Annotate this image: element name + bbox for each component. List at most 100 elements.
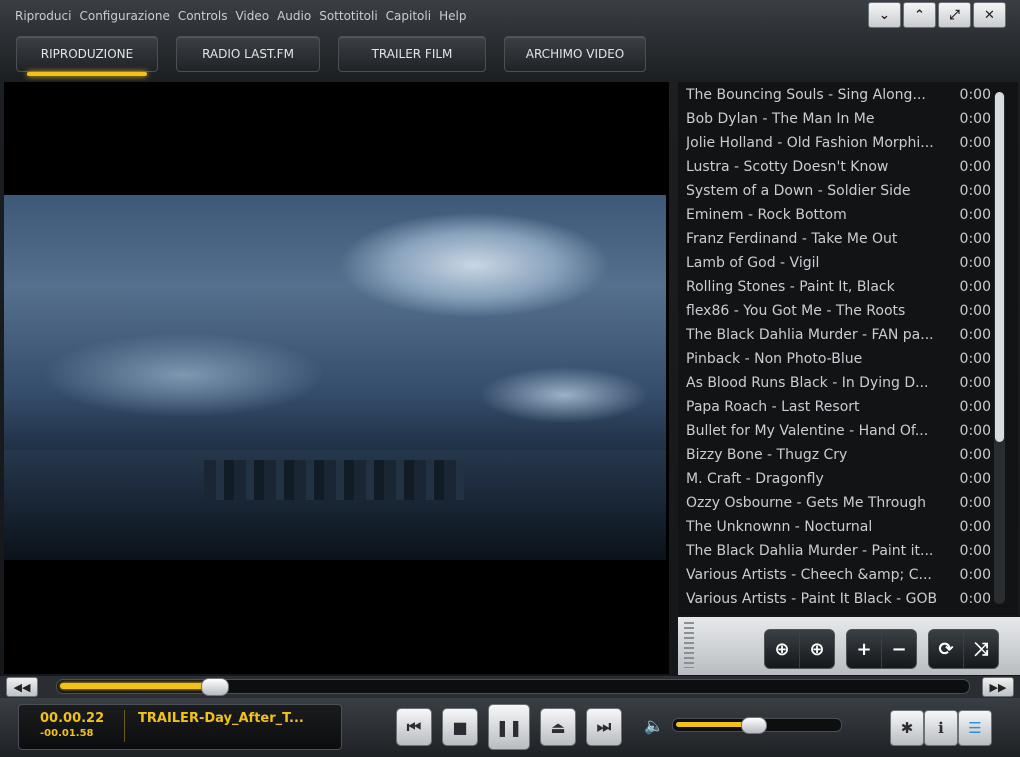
- repeat-icon: ⟳: [938, 638, 954, 660]
- resize-grip[interactable]: [684, 622, 694, 668]
- playlist-item-title: M. Craft - Dragonfly: [686, 471, 824, 487]
- remove-button[interactable]: −: [882, 630, 916, 668]
- playlist-item[interactable]: Lamb of God - Vigil 0:00: [686, 251, 991, 275]
- menu-video[interactable]: Video: [234, 9, 270, 27]
- tab-radio-lastfm[interactable]: RADIO LAST.FM: [176, 36, 320, 72]
- playlist-item-duration: 0:00: [959, 87, 991, 103]
- playlist-item[interactable]: Eminem - Rock Bottom 0:00: [686, 203, 991, 227]
- playlist-item-title: Franz Ferdinand - Take Me Out: [686, 231, 898, 247]
- info-button[interactable]: ℹ: [924, 710, 958, 746]
- video-frame: [4, 195, 666, 560]
- playlist-item-title: flex86 - You Got Me - The Roots: [686, 303, 906, 319]
- playlist-item[interactable]: M. Craft - Dragonfly 0:00: [686, 467, 991, 491]
- add-button[interactable]: +: [847, 630, 882, 668]
- playlist-item[interactable]: The Unknownn - Nocturnal 0:00: [686, 515, 991, 539]
- playlist-item-title: The Bouncing Souls - Sing Along...: [686, 87, 926, 103]
- maximize-button[interactable]: ⤢: [938, 2, 971, 28]
- stop-icon: ■: [452, 717, 468, 737]
- elapsed-time: 00.00.22: [40, 711, 105, 726]
- volume-handle[interactable]: [741, 717, 767, 734]
- playlist-item[interactable]: Various Artists - Cheech &amp; C... 0:00: [686, 563, 991, 587]
- playlist-item[interactable]: Lustra - Scotty Doesn't Know 0:00: [686, 155, 991, 179]
- playlist-item[interactable]: Bizzy Bone - Thugz Cry 0:00: [686, 443, 991, 467]
- menu-audio[interactable]: Audio: [276, 9, 312, 27]
- playlist-toggle-button[interactable]: ☰: [958, 710, 992, 746]
- playlist-item[interactable]: flex86 - You Got Me - The Roots 0:00: [686, 299, 991, 323]
- playlist-item[interactable]: The Black Dahlia Murder - Paint it... 0:0…: [686, 539, 991, 563]
- info-icon: ℹ: [938, 719, 944, 737]
- playlist-item[interactable]: Pinback - Non Photo-Blue 0:00: [686, 347, 991, 371]
- menu-riproduci[interactable]: Riproduci: [14, 9, 72, 27]
- next-button[interactable]: ⏭: [586, 708, 622, 746]
- playlist-item-duration: 0:00: [959, 447, 991, 463]
- restore-button[interactable]: ⌃: [903, 2, 936, 28]
- move-up-button[interactable]: ⊕: [800, 630, 834, 668]
- seek-handle[interactable]: [201, 678, 229, 696]
- playlist-item[interactable]: Papa Roach - Last Resort 0:00: [686, 395, 991, 419]
- playlist-item[interactable]: Bob Dylan - The Man In Me 0:00: [686, 107, 991, 131]
- playlist-item-duration: 0:00: [959, 567, 991, 583]
- shuffle-button[interactable]: ⤨: [964, 630, 998, 668]
- now-playing-title: TRAILER-Day_After_T...: [138, 711, 304, 726]
- pause-button[interactable]: ❚❚: [488, 704, 530, 750]
- tab-riproduzione[interactable]: RIPRODUZIONE: [16, 36, 158, 76]
- playlist-edit-group: + −: [846, 629, 917, 669]
- volume-icon[interactable]: 🔈: [644, 716, 664, 735]
- playlist-item-title: The Unknownn - Nocturnal: [686, 519, 873, 535]
- chevron-down-icon: ⌄: [879, 7, 890, 23]
- eject-button[interactable]: ⏏: [540, 708, 576, 746]
- playlist-item[interactable]: As Blood Runs Black - In Dying D... 0:00: [686, 371, 991, 395]
- playlist-item[interactable]: System of a Down - Soldier Side 0:00: [686, 179, 991, 203]
- playlist-item[interactable]: Ozzy Osbourne - Gets Me Through 0:00: [686, 491, 991, 515]
- chevron-up-icon: ⌃: [914, 7, 925, 23]
- rewind-icon: ◀◀: [13, 680, 31, 694]
- playlist-scroll-thumb[interactable]: [995, 92, 1004, 442]
- tab-trailer-film[interactable]: TRAILER FILM: [338, 36, 486, 72]
- playlist-item[interactable]: Franz Ferdinand - Take Me Out 0:00: [686, 227, 991, 251]
- minimize-button[interactable]: ⌄: [868, 2, 901, 28]
- menu-controls[interactable]: Controls: [177, 9, 229, 27]
- previous-button[interactable]: ⏮: [396, 708, 432, 746]
- menu-configurazione[interactable]: Configurazione: [78, 9, 170, 27]
- playlist-move-group: ⊕ ⊕: [764, 629, 835, 669]
- city-skyline: [4, 450, 666, 560]
- playlist-item-title: Lamb of God - Vigil: [686, 255, 820, 271]
- playlist-item-duration: 0:00: [959, 327, 991, 343]
- remove-icon: −: [891, 638, 907, 660]
- playlist-item-title: Various Artists - Paint It Black - GOB: [686, 591, 938, 607]
- playlist-item[interactable]: The Bouncing Souls - Sing Along... 0:00: [686, 83, 991, 107]
- move-down-button[interactable]: ⊕: [765, 630, 800, 668]
- playlist-item-title: Various Artists - Cheech &amp; C...: [686, 567, 932, 583]
- playlist-item[interactable]: Bullet for My Valentine - Hand Of... 0:00: [686, 419, 991, 443]
- media-player-window: Riproduci Configurazione Controls Video …: [0, 0, 1020, 757]
- playlist-item-duration: 0:00: [959, 495, 991, 511]
- playlist-item-duration: 0:00: [959, 543, 991, 559]
- forward-button[interactable]: ▶▶: [982, 677, 1014, 697]
- video-display[interactable]: [4, 82, 669, 674]
- playlist-item[interactable]: Rolling Stones - Paint It, Black 0:00: [686, 275, 991, 299]
- playlist-item[interactable]: The Black Dahlia Murder - FAN pa... 0:00: [686, 323, 991, 347]
- playlist-item[interactable]: Various Artists - Paint It Black - GOB 0:…: [686, 587, 991, 611]
- playlist-item-title: The Black Dahlia Murder - Paint it...: [686, 543, 934, 559]
- playlist-item-duration: 0:00: [959, 399, 991, 415]
- playlist-item-duration: 0:00: [959, 351, 991, 367]
- window-controls: ⌄ ⌃ ⤢ ✕: [868, 2, 1006, 28]
- stop-button[interactable]: ■: [442, 708, 478, 746]
- menu-capitoli[interactable]: Capitoli: [385, 9, 432, 27]
- skip-back-icon: ⏮: [406, 717, 422, 736]
- menu-help[interactable]: Help: [438, 9, 467, 27]
- close-button[interactable]: ✕: [973, 2, 1006, 28]
- playlist-item[interactable]: Jolie Holland - Old Fashion Morphi... 0:0…: [686, 131, 991, 155]
- tab-archivio-video[interactable]: ARCHIMO VIDEO: [504, 36, 646, 72]
- settings-button[interactable]: ✱: [890, 710, 924, 746]
- skip-forward-icon: ⏭: [596, 717, 612, 736]
- playlist-item-title: System of a Down - Soldier Side: [686, 183, 911, 199]
- remaining-time: -00.01.58: [40, 728, 94, 739]
- playlist-item-duration: 0:00: [959, 159, 991, 175]
- gear-icon: ✱: [900, 719, 914, 737]
- repeat-button[interactable]: ⟳: [929, 630, 964, 668]
- menu-sottotitoli[interactable]: Sottotitoli: [318, 9, 378, 27]
- move-down-icon: ⊕: [774, 638, 790, 660]
- rewind-button[interactable]: ◀◀: [6, 677, 38, 697]
- move-up-icon: ⊕: [809, 638, 825, 660]
